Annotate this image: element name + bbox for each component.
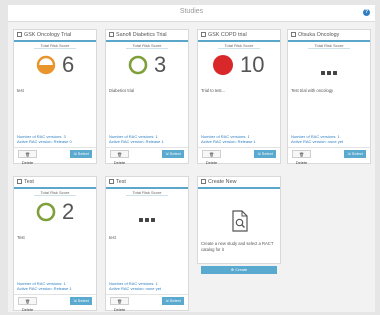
select-button[interactable]: ⇲ Select xyxy=(162,150,184,158)
study-title: Test xyxy=(24,179,34,185)
study-description: test xyxy=(17,88,24,93)
study-description: Test xyxy=(17,235,25,240)
study-description: Diabetics trial xyxy=(109,88,135,93)
risk-indicator-green-ring-icon xyxy=(36,202,56,222)
select-button[interactable]: ⇲ Select xyxy=(344,150,366,158)
study-title: GSK Oncology Trial xyxy=(24,32,72,38)
study-description: Trial to test... xyxy=(201,88,226,93)
risk-underline xyxy=(126,48,168,49)
active-rac-version: Active RAC version: Release 1 xyxy=(17,286,72,291)
study-description: test xyxy=(109,235,116,240)
study-title: GSK COPD trial xyxy=(208,32,247,38)
page-title: Studies xyxy=(179,8,204,15)
study-title: Otsuka Oncology xyxy=(298,32,340,38)
trash-icon: 🗑 xyxy=(298,152,305,157)
trash-icon: 🗑 xyxy=(116,299,123,304)
delete-button[interactable]: 🗑 Delete xyxy=(292,150,311,165)
delete-button[interactable]: 🗑 Delete xyxy=(110,297,129,312)
delete-button[interactable]: 🗑 Delete xyxy=(18,150,37,165)
trash-icon: 🗑 xyxy=(24,299,31,304)
risk-score-value: 3 xyxy=(154,52,167,77)
active-rac-version: Active RAC version: Release 0 xyxy=(17,139,72,144)
delete-button[interactable]: 🗑 Delete xyxy=(202,150,221,165)
risk-indicator-red-dot-icon xyxy=(213,55,233,75)
select-button[interactable]: ⇲ Select xyxy=(70,297,92,305)
create-new-card[interactable]: Create New Create a new study and select… xyxy=(197,176,281,274)
risk-underline xyxy=(308,48,350,49)
risk-score: 10 xyxy=(198,52,280,78)
plus-icon: ⊕ xyxy=(230,267,235,272)
risk-underline xyxy=(126,195,168,196)
select-icon: ⇲ xyxy=(165,151,169,156)
risk-score-value: 10 xyxy=(240,52,265,77)
active-rac-version: Active RAC version: Release 1 xyxy=(201,139,256,144)
trash-icon: 🗑 xyxy=(208,152,215,157)
study-title: Sanofi Diabetics Trial xyxy=(116,32,167,38)
document-search-icon xyxy=(232,210,248,232)
select-icon: ⇲ xyxy=(73,151,77,156)
create-new-title: Create New xyxy=(208,179,237,185)
risk-underline xyxy=(218,48,260,49)
help-icon[interactable]: ? xyxy=(363,9,370,16)
active-rac-version: Active RAC version: none yet xyxy=(291,139,344,144)
delete-button[interactable]: 🗑 Delete xyxy=(110,150,129,165)
select-icon: ⇲ xyxy=(73,298,77,303)
create-button[interactable]: ⊕ Create xyxy=(201,266,277,274)
study-card[interactable]: Otsuka Oncology Total Risk Score Test tr… xyxy=(287,29,371,165)
select-button[interactable]: ⇲ Select xyxy=(70,150,92,158)
document-icon xyxy=(17,32,22,37)
document-icon xyxy=(291,32,296,37)
trash-icon: 🗑 xyxy=(116,152,123,157)
risk-score: 3 xyxy=(106,52,188,78)
document-icon xyxy=(109,32,114,37)
study-card[interactable]: Test Total Risk Score 2 Test Number of R… xyxy=(13,176,97,312)
document-icon xyxy=(201,179,206,184)
study-card[interactable]: GSK Oncology Trial Total Risk Score 6 te… xyxy=(13,29,97,165)
study-title: Test xyxy=(116,179,126,185)
study-card[interactable]: Test Total Risk Score test Number of RAC… xyxy=(105,176,189,312)
risk-indicator-half-orange-icon xyxy=(36,55,56,75)
risk-score: 6 xyxy=(14,52,96,78)
select-button[interactable]: ⇲ Select xyxy=(162,297,184,305)
select-button[interactable]: ⇲ Select xyxy=(254,150,276,158)
select-icon: ⇲ xyxy=(257,151,261,156)
create-new-description: Create a new study and select a RACT cat… xyxy=(201,241,274,252)
delete-button[interactable]: 🗑 Delete xyxy=(18,297,37,312)
active-rac-version: Active RAC version: none yet xyxy=(109,286,162,291)
study-card[interactable]: GSK COPD trial Total Risk Score 10 Trial… xyxy=(197,29,281,165)
risk-score-value: 2 xyxy=(62,199,75,224)
loading-dots-icon xyxy=(288,62,370,80)
risk-score-value: 6 xyxy=(62,52,75,77)
trash-icon: 🗑 xyxy=(24,152,31,157)
risk-score: 2 xyxy=(14,199,96,225)
risk-underline xyxy=(34,195,76,196)
risk-indicator-green-ring-icon xyxy=(128,55,148,75)
loading-dots-icon xyxy=(106,209,188,227)
select-icon: ⇲ xyxy=(347,151,351,156)
study-card[interactable]: Sanofi Diabetics Trial Total Risk Score … xyxy=(105,29,189,165)
document-icon xyxy=(17,179,22,184)
document-icon xyxy=(201,32,206,37)
risk-underline xyxy=(34,48,76,49)
active-rac-version: Active RAC version: Release 1 xyxy=(109,139,164,144)
page-header: Studies ? xyxy=(8,5,375,22)
select-icon: ⇲ xyxy=(165,298,169,303)
study-description: Test trial with oncology xyxy=(291,88,334,93)
document-icon xyxy=(109,179,114,184)
